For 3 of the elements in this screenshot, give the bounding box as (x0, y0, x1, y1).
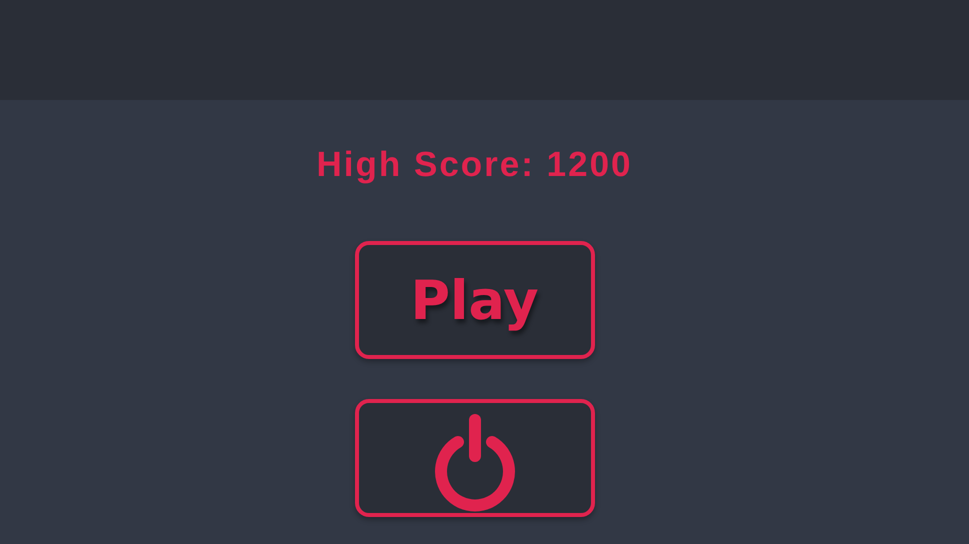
play-button[interactable]: Play (354, 241, 594, 359)
high-score: High Score: 1200 (316, 144, 632, 186)
power-button[interactable] (354, 399, 594, 517)
